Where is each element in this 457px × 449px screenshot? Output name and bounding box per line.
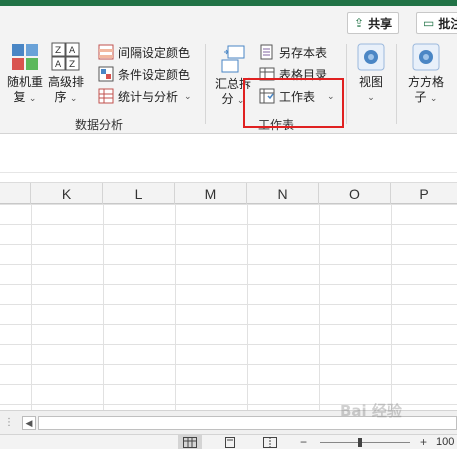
- comments-label: 批注: [438, 16, 457, 31]
- watermark: Bai 经验: [340, 402, 402, 420]
- highlight-annotation-box: [243, 78, 344, 128]
- svg-text:Z: Z: [55, 46, 61, 56]
- group-divider: [346, 44, 347, 124]
- zoom-slider[interactable]: [320, 442, 410, 443]
- summary-split-icon: [221, 45, 245, 73]
- interval-color-icon: [98, 44, 114, 60]
- stats-table-icon: [98, 88, 114, 104]
- formula-bar-area: [0, 135, 457, 173]
- advanced-sort-line1: 高级排: [47, 75, 84, 89]
- interval-color-button[interactable]: 间隔设定颜色: [98, 42, 190, 62]
- share-label: 共享: [368, 16, 393, 31]
- fangfang-line1: 方方格: [407, 75, 444, 89]
- condition-color-icon: [98, 66, 114, 82]
- share-icon: ⇪: [354, 16, 365, 30]
- data-analysis-group-label: 数据分析: [75, 118, 124, 132]
- normal-view-icon[interactable]: [178, 435, 202, 449]
- save-as-sheet-button[interactable]: 另存本表: [259, 42, 327, 62]
- random-repeat-line2: 复: [13, 90, 26, 104]
- svg-text:A: A: [69, 46, 76, 56]
- share-button[interactable]: ⇪ 共享: [347, 12, 400, 34]
- fangfang-grid-button[interactable]: 方方格 子 ⌄: [404, 42, 448, 106]
- az-sort-icon: Z A A Z: [51, 42, 80, 71]
- fangfang-line2: 子: [414, 90, 427, 104]
- comments-button[interactable]: ▭ 批注: [416, 12, 457, 34]
- cell-grid[interactable]: [0, 204, 457, 410]
- comment-icon: ▭: [423, 16, 435, 30]
- view-circle-icon: [357, 43, 385, 71]
- svg-text:A: A: [55, 60, 62, 70]
- scroll-left-icon[interactable]: ◀: [22, 416, 36, 430]
- advanced-sort-line2: 序: [54, 90, 67, 104]
- zoom-in-icon[interactable]: +: [420, 435, 427, 449]
- fangfang-circle-icon: [412, 43, 440, 71]
- column-header-k[interactable]: K: [31, 183, 103, 205]
- sheet-tab-split-handle[interactable]: ⋮: [4, 417, 15, 428]
- random-repeat-line1: 随机重: [6, 75, 43, 89]
- stats-analysis-label: 统计与分析: [118, 89, 179, 104]
- ribbon: ⇪ 共享 ▭ 批注 随机重 复 ⌄ Z A A Z 高级排 序 ⌄ 间隔设定颜色…: [0, 6, 457, 134]
- save-as-sheet-label: 另存本表: [279, 45, 328, 60]
- grid-line: [247, 204, 248, 410]
- column-header-p[interactable]: P: [391, 183, 457, 205]
- column-header-m[interactable]: M: [175, 183, 247, 205]
- chevron-down-icon: ⌄: [69, 93, 78, 103]
- status-bar: − + 100: [0, 434, 457, 449]
- grid-line: [31, 204, 32, 410]
- condition-color-button[interactable]: 条件设定颜色: [98, 64, 190, 84]
- page-break-view-icon[interactable]: [258, 435, 282, 449]
- svg-text:Z: Z: [69, 60, 75, 70]
- zoom-out-icon[interactable]: −: [300, 435, 307, 449]
- chevron-down-icon: ⌄: [429, 93, 438, 103]
- stats-analysis-button[interactable]: 统计与分析 ⌄: [98, 86, 192, 106]
- view-label: 视图: [358, 75, 383, 89]
- random-repeat-button[interactable]: 随机重 复 ⌄: [6, 42, 44, 106]
- column-header-partial[interactable]: [0, 183, 31, 205]
- grid-line: [391, 204, 392, 410]
- chevron-down-icon: ⌄: [184, 90, 192, 101]
- grid-line: [319, 204, 320, 410]
- page-layout-view-icon[interactable]: [218, 435, 242, 449]
- group-divider: [396, 44, 397, 124]
- column-header-l[interactable]: L: [103, 183, 175, 205]
- group-divider: [205, 44, 206, 124]
- summary-split-line2: 分: [221, 92, 234, 106]
- save-sheet-icon: [260, 44, 273, 60]
- chevron-down-icon: ⌄: [367, 92, 375, 102]
- column-header-o[interactable]: O: [319, 183, 391, 205]
- column-header-row: K L M N O P: [0, 182, 457, 205]
- view-button[interactable]: 视图 ⌄: [352, 42, 390, 105]
- column-header-n[interactable]: N: [247, 183, 319, 205]
- chevron-down-icon: ⌄: [28, 93, 37, 103]
- zoom-percentage[interactable]: 100: [436, 435, 454, 449]
- interval-color-label: 间隔设定颜色: [118, 45, 191, 60]
- advanced-sort-button[interactable]: Z A A Z 高级排 序 ⌄: [46, 42, 86, 106]
- grid-line: [103, 204, 104, 410]
- grid-line: [175, 204, 176, 410]
- random-grid-icon: [12, 44, 38, 70]
- condition-color-label: 条件设定颜色: [118, 67, 191, 82]
- zoom-slider-knob[interactable]: [358, 438, 362, 447]
